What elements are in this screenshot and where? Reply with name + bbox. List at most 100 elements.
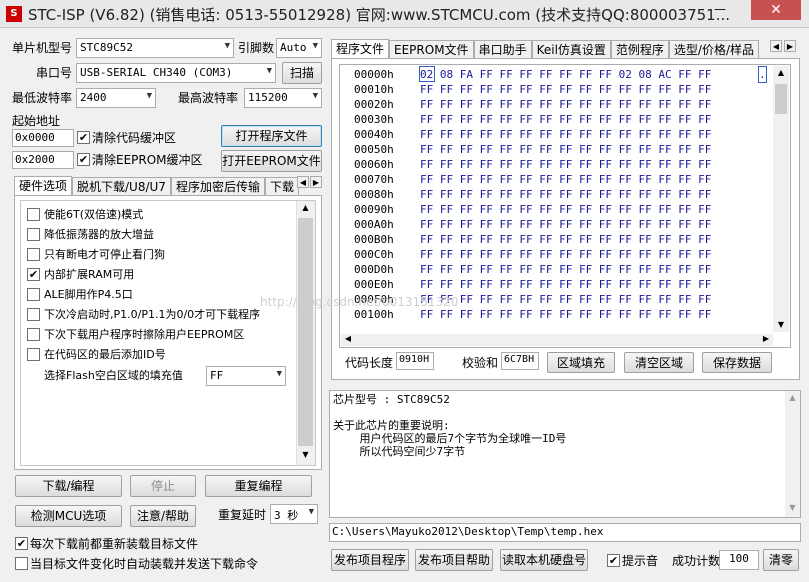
min-baud-label: 最低波特率	[12, 91, 73, 105]
option-gain-label: 降低振荡器的放大增益	[44, 228, 154, 241]
chevron-down-icon: ▼	[266, 66, 272, 76]
repeat-delay-value: 3 秒	[274, 509, 299, 522]
tab-keil-simulation[interactable]: Keil仿真设置	[531, 40, 611, 58]
beep-checkbox[interactable]: ✔	[607, 554, 620, 567]
option-ale-label: ALE脚用作P4.5口	[44, 288, 133, 301]
tab-scroll-left-icon[interactable]: ◀	[770, 40, 782, 52]
scroll-up-icon[interactable]: ▲	[774, 68, 788, 80]
reload-before-download-checkbox[interactable]: ✔	[15, 537, 28, 550]
file-path-field[interactable]: C:\Users\Mayuko2012\Desktop\Temp\temp.he…	[329, 523, 801, 542]
tab-hardware-options[interactable]: 硬件选项	[14, 176, 73, 195]
tab-encrypted-transfer[interactable]: 程序加密后传输	[170, 177, 265, 195]
option-watchdog-label: 只有断电才可停止看门狗	[44, 248, 165, 261]
success-count-label: 成功计数	[672, 554, 721, 568]
start-address-label: 起始地址	[12, 114, 61, 128]
start-address-input-2[interactable]: 0x2000	[12, 151, 74, 169]
chip-info-text: 芯片型号 : STC89C52 关于此芯片的重要说明: 用户代码区的最后7个字节…	[333, 393, 567, 458]
tab-eeprom-file[interactable]: EEPROM文件	[389, 40, 474, 58]
open-program-file-button[interactable]: 打开程序文件	[221, 125, 322, 147]
auto-load-checkbox[interactable]	[15, 557, 28, 570]
scroll-down-icon[interactable]: ▼	[786, 503, 799, 515]
close-button[interactable]: ✕	[751, 0, 801, 20]
fill-area-button[interactable]: 区域填充	[547, 352, 615, 373]
max-baud-select[interactable]: 115200 ▼	[244, 88, 322, 108]
tab-example-programs[interactable]: 范例程序	[610, 40, 669, 58]
scroll-up-icon[interactable]: ▲	[297, 203, 314, 217]
serial-port-value: USB-SERIAL CH340 (COM3)	[80, 66, 233, 79]
max-baud-label: 最高波特率	[178, 91, 239, 105]
hex-scroll-thumb[interactable]	[775, 84, 787, 114]
option-erase-eeprom-label: 下次下载用户程序时擦除用户EEPROM区	[44, 328, 245, 341]
option-6t-label: 使能6T(双倍速)模式	[44, 208, 144, 221]
left-tab-strip: 硬件选项 脱机下载/U8/U7 程序加密后传输 下载	[14, 175, 306, 195]
clear-count-button[interactable]: 清零	[763, 549, 799, 571]
check-mcu-button[interactable]: 检测MCU选项	[15, 505, 122, 527]
serial-port-label: 串口号	[36, 66, 73, 80]
mcu-type-label: 单片机型号	[12, 41, 73, 55]
option-erase-eeprom-checkbox[interactable]	[27, 328, 40, 341]
scan-button[interactable]: 扫描	[282, 62, 322, 84]
hex-horizontal-scrollbar[interactable]	[341, 334, 773, 346]
clear-code-checkbox[interactable]: ✔	[77, 131, 90, 144]
code-length-label: 代码长度	[345, 356, 394, 370]
min-baud-value: 2400	[80, 91, 107, 104]
publish-help-button[interactable]: 发布项目帮助	[415, 549, 493, 571]
open-eeprom-file-button[interactable]: 打开EEPROM文件	[221, 150, 322, 172]
option-add-id-label: 在代码区的最后添加ID号	[44, 348, 166, 361]
tab-download-more[interactable]: 下载	[264, 177, 299, 195]
scroll-right-icon[interactable]: ▶	[760, 334, 772, 346]
right-tab-strip: 程序文件 EEPROM文件 串口助手 Keil仿真设置 范例程序 选型/价格/样品	[331, 38, 765, 58]
clear-code-label: 清除代码缓冲区	[92, 131, 177, 145]
save-data-button[interactable]: 保存数据	[702, 352, 772, 373]
fill-value-label: 选择Flash空白区域的填充值	[44, 369, 183, 382]
option-ale-checkbox[interactable]	[27, 288, 40, 301]
fill-value: FF	[210, 369, 224, 382]
help-button[interactable]: 注意/帮助	[130, 505, 196, 527]
scroll-down-icon[interactable]: ▼	[297, 450, 314, 464]
option-coldboot-label: 下次冷启动时,P1.0/P1.1为0/0才可下载程序	[44, 308, 261, 321]
info-scrollbar[interactable]	[785, 391, 800, 517]
mcu-type-select[interactable]: STC89C52 ▼	[76, 38, 234, 58]
clear-area-button[interactable]: 清空区域	[624, 352, 694, 373]
tab-program-file[interactable]: 程序文件	[331, 39, 390, 58]
publish-program-button[interactable]: 发布项目程序	[331, 549, 409, 571]
option-gain-checkbox[interactable]	[27, 228, 40, 241]
min-baud-select[interactable]: 2400 ▼	[76, 88, 156, 108]
success-count-value: 100	[719, 550, 759, 570]
option-ram-checkbox[interactable]: ✔	[27, 268, 40, 281]
tab-selection-price[interactable]: 选型/价格/样品	[668, 40, 760, 58]
serial-port-select[interactable]: USB-SERIAL CH340 (COM3) ▼	[76, 63, 276, 83]
chevron-down-icon: ▼	[312, 41, 318, 51]
option-coldboot-checkbox[interactable]	[27, 308, 40, 321]
scroll-down-icon[interactable]: ▼	[774, 320, 788, 332]
chevron-down-icon: ▼	[312, 91, 318, 101]
start-address-input-1[interactable]: 0x0000	[12, 129, 74, 147]
pin-count-select[interactable]: Auto ▼	[276, 38, 322, 58]
tab-serial-assistant[interactable]: 串口助手	[473, 40, 532, 58]
download-program-button[interactable]: 下载/编程	[15, 475, 122, 497]
window-title: STC-ISP (V6.82) (销售电话: 0513-55012928) 官网…	[28, 6, 731, 24]
read-disk-number-button[interactable]: 读取本机硬盘号	[500, 549, 588, 571]
minimize-button[interactable]: —	[703, 0, 737, 20]
tab-scroll-left-icon[interactable]: ◀	[297, 176, 309, 188]
option-ram-label: 内部扩展RAM可用	[44, 268, 135, 281]
chevron-down-icon: ▼	[276, 369, 282, 379]
tab-offline-download[interactable]: 脱机下载/U8/U7	[72, 177, 171, 195]
option-add-id-checkbox[interactable]	[27, 348, 40, 361]
fill-value-select[interactable]: FF ▼	[206, 366, 286, 386]
repeat-delay-select[interactable]: 3 秒 ▼	[270, 504, 318, 524]
beep-label: 提示音	[622, 554, 659, 568]
repeat-program-button[interactable]: 重复编程	[205, 475, 312, 497]
tab-scroll-right-icon[interactable]: ▶	[784, 40, 796, 52]
tab-scroll-right-icon[interactable]: ▶	[310, 176, 322, 188]
option-watchdog-checkbox[interactable]	[27, 248, 40, 261]
option-6t-checkbox[interactable]	[27, 208, 40, 221]
chevron-down-icon: ▼	[224, 41, 230, 51]
options-scroll-thumb[interactable]	[298, 218, 313, 446]
hex-cursor	[419, 66, 435, 82]
pin-count-value: Auto	[280, 41, 307, 54]
scroll-up-icon[interactable]: ▲	[786, 393, 799, 405]
clear-eeprom-checkbox[interactable]: ✔	[77, 153, 90, 166]
scroll-left-icon[interactable]: ◀	[342, 334, 354, 346]
stop-button[interactable]: 停止	[130, 475, 196, 497]
